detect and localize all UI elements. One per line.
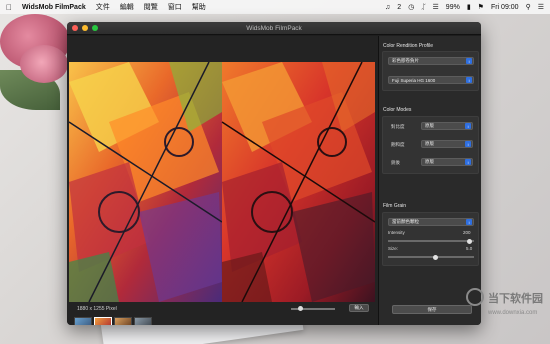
status-area: ♫ 2 ◷ ᛢ ☰ 99% ▮ ⚑ Fri 09:00 ⚲ ☰ [385, 3, 544, 12]
thumbnail[interactable] [134, 317, 152, 325]
zoom-slider-knob[interactable] [297, 306, 303, 311]
desktop-flower-small [20, 45, 68, 83]
intensity-slider[interactable] [388, 238, 474, 244]
save-button[interactable]: 保存 [392, 305, 472, 314]
thumbnail-strip [74, 317, 152, 325]
menu-help[interactable]: 幫助 [192, 2, 206, 12]
menubar-clock[interactable]: Fri 09:00 [491, 4, 519, 11]
sharpness-value: 原版 [425, 159, 434, 164]
grain-type-select[interactable]: 當前顏色顆粒 ↕ [388, 218, 474, 226]
chevron-updown-icon: ↕ [466, 219, 472, 225]
volume-icon[interactable]: ♫ [385, 4, 390, 11]
import-button[interactable]: 輸入 [349, 304, 369, 312]
zoom-slider[interactable] [291, 306, 335, 311]
menu-bar:  WidsMob FilmPack 文件 編輯 閱覽 窗口 幫助 ♫ 2 ◷ … [0, 0, 550, 14]
battery-percent[interactable]: 99% [446, 4, 460, 11]
bluetooth-icon[interactable]: ᛢ [421, 4, 425, 11]
sharpness-select[interactable]: 原版 ↕ [421, 158, 473, 166]
intensity-label: Intensity [388, 230, 405, 235]
image-canvas[interactable] [69, 62, 375, 302]
thumbnail[interactable] [114, 317, 132, 325]
film-select-value: Fuji Superia HG 1600 [392, 77, 436, 83]
thumbnail[interactable] [94, 317, 112, 325]
window-title: WidsMob FilmPack [246, 24, 302, 32]
profile-select[interactable]: 彩色膠卷負片 ↕ [388, 57, 474, 65]
film-grain-section: 當前顏色顆粒 ↕ Intensity 200 Size: 5.0 [382, 212, 479, 266]
info-bar: 1880 x 1255 Pixel 輸入 [67, 304, 378, 314]
section-title-color-modes: Color Modes [383, 107, 412, 113]
profile-select-value: 彩色膠卷負片 [392, 58, 419, 63]
chevron-updown-icon: ↕ [465, 159, 471, 165]
app-window: WidsMob FilmPack 1880 x 1255 Pixel 輸入 Co… [67, 22, 481, 325]
size-value: 5.0 [466, 246, 473, 251]
grain-type-value: 當前顏色顆粒 [392, 219, 419, 224]
contrast-value: 原版 [425, 123, 434, 128]
image-dimensions: 1880 x 1255 Pixel [77, 306, 117, 312]
image-viewer: 1880 x 1255 Pixel 輸入 [67, 36, 378, 325]
wifi-icon[interactable]: ☰ [433, 3, 439, 11]
filtered-image [221, 62, 375, 302]
saturation-label: 飽和度 [391, 142, 405, 147]
contrast-label: 對比度 [391, 124, 405, 129]
flag-icon[interactable]: ⚑ [478, 3, 484, 11]
intensity-value: 200 [463, 230, 471, 235]
intensity-slider-knob[interactable] [467, 238, 473, 244]
title-bar[interactable]: WidsMob FilmPack [67, 22, 481, 35]
apple-icon[interactable]:  [6, 3, 12, 12]
battery-icon[interactable]: ▮ [467, 3, 471, 11]
size-label: Size: [388, 246, 399, 251]
menu-view[interactable]: 閱覽 [144, 2, 158, 12]
control-panel: Color Rendition Profile 彩色膠卷負片 ↕ Fuji Su… [378, 36, 481, 325]
watermark-text: 当下软件园 [488, 293, 543, 305]
menu-app-name[interactable]: WidsMob FilmPack [22, 4, 86, 11]
saturation-value: 原版 [425, 141, 434, 146]
section-title-film-grain: Film Grain [383, 203, 407, 209]
site-watermark: 当下软件园 www.downxia.com [466, 288, 546, 328]
chevron-updown-icon: ↕ [466, 77, 472, 83]
film-select[interactable]: Fuji Superia HG 1600 ↕ [388, 76, 474, 84]
color-modes-section: 對比度 原版 ↕ 飽和度 原版 ↕ 銳後 原版 ↕ [382, 116, 479, 174]
section-title-color-rendition: Color Rendition Profile [383, 43, 434, 49]
notification-icon[interactable]: ☰ [538, 3, 544, 11]
search-icon[interactable]: ⚲ [526, 3, 531, 11]
size-slider-knob[interactable] [432, 254, 438, 260]
sharpness-label: 銳後 [391, 160, 400, 165]
contrast-select[interactable]: 原版 ↕ [421, 122, 473, 130]
color-rendition-section: 彩色膠卷負片 ↕ Fuji Superia HG 1600 ↕ [382, 51, 479, 91]
watermark-url: www.downxia.com [488, 310, 538, 316]
chevron-updown-icon: ↕ [466, 58, 472, 64]
saturation-select[interactable]: 原版 ↕ [421, 140, 473, 148]
menu-edit[interactable]: 編輯 [120, 2, 134, 12]
chevron-updown-icon: ↕ [465, 141, 471, 147]
watermark-logo [466, 288, 484, 306]
size-slider[interactable] [388, 254, 474, 260]
status-count[interactable]: 2 [397, 4, 401, 11]
menu-file[interactable]: 文件 [96, 2, 110, 12]
chevron-updown-icon: ↕ [465, 123, 471, 129]
original-image [69, 62, 223, 302]
thumbnail[interactable] [74, 317, 92, 325]
menu-window[interactable]: 窗口 [168, 2, 182, 12]
clock-icon[interactable]: ◷ [408, 3, 414, 11]
